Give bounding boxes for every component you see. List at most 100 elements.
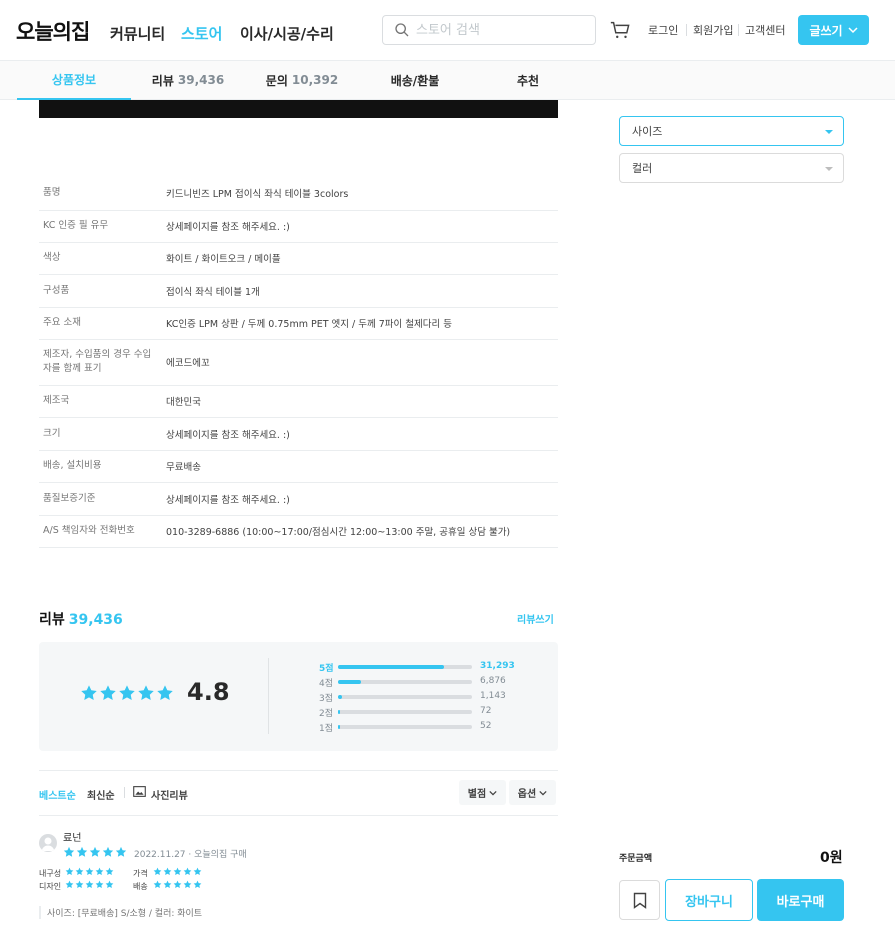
- sub-rating-stars: [65, 867, 114, 876]
- star-icon: [89, 846, 101, 858]
- spec-row: 품질보증기준 상세페이지를 참조 해주세요. :): [39, 482, 558, 516]
- sub-rating-stars: [153, 880, 202, 889]
- star-icon: [105, 880, 114, 889]
- tab-product-info[interactable]: 상품정보: [17, 61, 131, 100]
- review-username[interactable]: 료넌: [63, 829, 81, 844]
- star-icon: [75, 880, 84, 889]
- star-icon: [75, 867, 84, 876]
- order-amount-value: 0원: [820, 850, 843, 866]
- sort-latest[interactable]: 최신순: [87, 787, 115, 802]
- size-select-label: 사이즈: [632, 125, 663, 138]
- cart-icon[interactable]: [609, 19, 631, 41]
- spec-value: 대한민국: [162, 385, 558, 418]
- star-icon: [105, 867, 114, 876]
- star-icon: [115, 846, 127, 858]
- star-icon: [173, 867, 182, 876]
- photo-icon: [133, 786, 146, 797]
- tab-recommend[interactable]: 추천: [471, 61, 585, 99]
- reviews-title-label: 리뷰: [39, 612, 65, 628]
- dist-label: 5점: [319, 664, 334, 674]
- sub-rating-stars: [153, 867, 202, 876]
- nav-store[interactable]: 스토어: [181, 23, 222, 44]
- spec-value: 키드니빈즈 LPM 접이식 좌식 테이블 3colors: [162, 177, 558, 211]
- write-button[interactable]: 글쓰기: [798, 15, 869, 45]
- reviews-title: 리뷰 39,436: [39, 609, 123, 629]
- star-icon: [153, 867, 162, 876]
- search-icon: [395, 23, 409, 37]
- dist-value: 31,293: [480, 661, 515, 671]
- util-divider: [738, 24, 739, 36]
- tab-inquiries[interactable]: 문의 10,392: [245, 61, 359, 99]
- filter-rating[interactable]: 별점: [459, 780, 506, 805]
- dist-bar: [338, 725, 472, 729]
- sort-photo-review[interactable]: 사진리뷰: [151, 787, 188, 802]
- spec-row: A/S 책임자와 전화번호 010-3289-6886 (10:00~17:00/…: [39, 515, 558, 548]
- sub-rating-label: 내구성: [39, 869, 62, 878]
- filter-option[interactable]: 옵션: [509, 780, 556, 805]
- dist-label: 3점: [319, 694, 334, 704]
- star-icon: [95, 880, 104, 889]
- tab-reviews[interactable]: 리뷰 39,436: [131, 61, 245, 99]
- divider: [39, 770, 558, 771]
- logo[interactable]: 오늘의집: [16, 16, 90, 46]
- search-input[interactable]: [416, 20, 586, 40]
- spec-row: 제조국 대한민국: [39, 385, 558, 418]
- sub-rating-label: 디자인: [39, 882, 62, 891]
- star-icon: [153, 880, 162, 889]
- sub-rating-label: 가격: [133, 869, 148, 878]
- tab-shipping-refund[interactable]: 배송/환불: [358, 61, 472, 99]
- spec-value: 접이식 좌식 테이블 1개: [162, 274, 558, 308]
- color-select[interactable]: 컬러: [619, 153, 844, 183]
- size-select[interactable]: 사이즈: [619, 116, 844, 146]
- rating-dist-row: 2점 72: [319, 706, 529, 719]
- login-link[interactable]: 로그인: [648, 22, 678, 38]
- dist-label: 2점: [319, 709, 334, 719]
- spec-value: KC인증 LPM 상판 / 두께 0.75mm PET 엣지 / 두께 7파이 …: [162, 307, 558, 340]
- dropdown-caret-icon: [825, 167, 833, 171]
- write-review-link[interactable]: 리뷰쓰기: [517, 611, 554, 626]
- add-to-cart-button[interactable]: 장바구니: [665, 879, 753, 921]
- avatar[interactable]: [39, 834, 57, 852]
- spec-row: 크기 상세페이지를 참조 해주세요. :): [39, 417, 558, 451]
- util-divider: [686, 24, 687, 36]
- spec-row: 색상 화이트 / 화이트오크 / 메이플: [39, 242, 558, 275]
- spec-row: 배송, 설치비용 무료배송: [39, 450, 558, 483]
- signup-link[interactable]: 회원가입: [693, 22, 733, 38]
- review-date: 2022.11.27 · 오늘의집 구매: [134, 850, 247, 860]
- star-icon: [193, 867, 202, 876]
- dist-bar: [338, 710, 472, 714]
- spec-value: 상세페이지를 참조 해주세요. :): [162, 417, 558, 451]
- sort-best[interactable]: 베스트순: [39, 787, 76, 802]
- rating-dist-row: 1점 52: [319, 721, 529, 734]
- nav-moving-service[interactable]: 이사/시공/수리: [240, 23, 334, 44]
- star-icon: [193, 880, 202, 889]
- spec-row: KC 인증 필 유무 상세페이지를 참조 해주세요. :): [39, 210, 558, 243]
- divider: [39, 815, 558, 816]
- spec-key: A/S 책임자와 전화번호: [39, 515, 162, 548]
- star-icon: [99, 684, 117, 702]
- customer-center-link[interactable]: 고객센터: [745, 22, 785, 38]
- spec-value: 무료배송: [162, 450, 558, 483]
- star-icon: [102, 846, 114, 858]
- spec-key: 제조국: [39, 385, 162, 418]
- spec-key: 주요 소재: [39, 307, 162, 340]
- spec-value: 상세페이지를 참조 해주세요. :): [162, 482, 558, 516]
- spec-row: 주요 소재 KC인증 LPM 상판 / 두께 0.75mm PET 엣지 / 두께…: [39, 307, 558, 340]
- star-icon: [85, 867, 94, 876]
- star-icon: [163, 867, 172, 876]
- dist-fill: [338, 725, 340, 729]
- chevron-down-icon: [539, 790, 547, 795]
- bookmark-icon: [633, 892, 646, 909]
- tab-count: 39,436: [177, 73, 225, 87]
- average-score: 4.8: [187, 678, 230, 706]
- buy-now-button[interactable]: 바로구매: [757, 879, 844, 921]
- write-button-label: 글쓰기: [809, 23, 843, 38]
- dist-label: 1점: [319, 724, 334, 734]
- rating-stars: [80, 684, 174, 702]
- product-spec-table: 품명 키드니빈즈 LPM 접이식 좌식 테이블 3colors KC 인증 필 유…: [39, 177, 558, 548]
- bookmark-button[interactable]: [619, 880, 660, 920]
- star-icon: [183, 867, 192, 876]
- star-icon: [63, 846, 75, 858]
- nav-community[interactable]: 커뮤니티: [110, 23, 165, 44]
- spec-value: 010-3289-6886 (10:00~17:00/점심시간 12:00~13…: [162, 515, 558, 548]
